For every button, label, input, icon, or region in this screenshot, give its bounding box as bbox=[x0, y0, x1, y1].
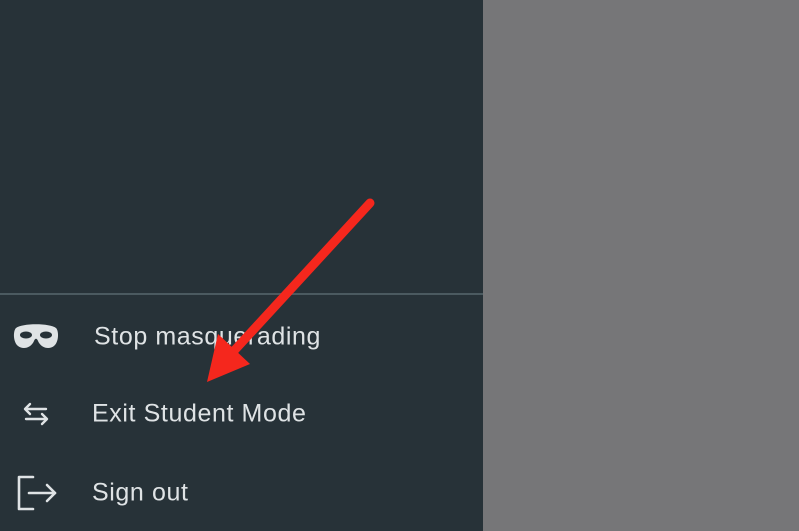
side-menu: Stop masquerading Exit Student Mode Sign… bbox=[0, 0, 483, 531]
stop-masquerading-button[interactable]: Stop masquerading bbox=[0, 305, 483, 369]
mask-icon bbox=[10, 317, 62, 357]
sign-out-icon bbox=[10, 473, 62, 513]
menu-divider bbox=[0, 293, 483, 295]
exit-student-mode-label: Exit Student Mode bbox=[92, 399, 307, 428]
sign-out-button[interactable]: Sign out bbox=[0, 461, 483, 525]
sign-out-label: Sign out bbox=[92, 478, 189, 507]
swap-arrows-icon bbox=[10, 394, 62, 434]
exit-student-mode-button[interactable]: Exit Student Mode bbox=[0, 382, 483, 446]
page: Stop masquerading Exit Student Mode Sign… bbox=[0, 0, 799, 531]
stop-masquerading-label: Stop masquerading bbox=[94, 322, 322, 351]
